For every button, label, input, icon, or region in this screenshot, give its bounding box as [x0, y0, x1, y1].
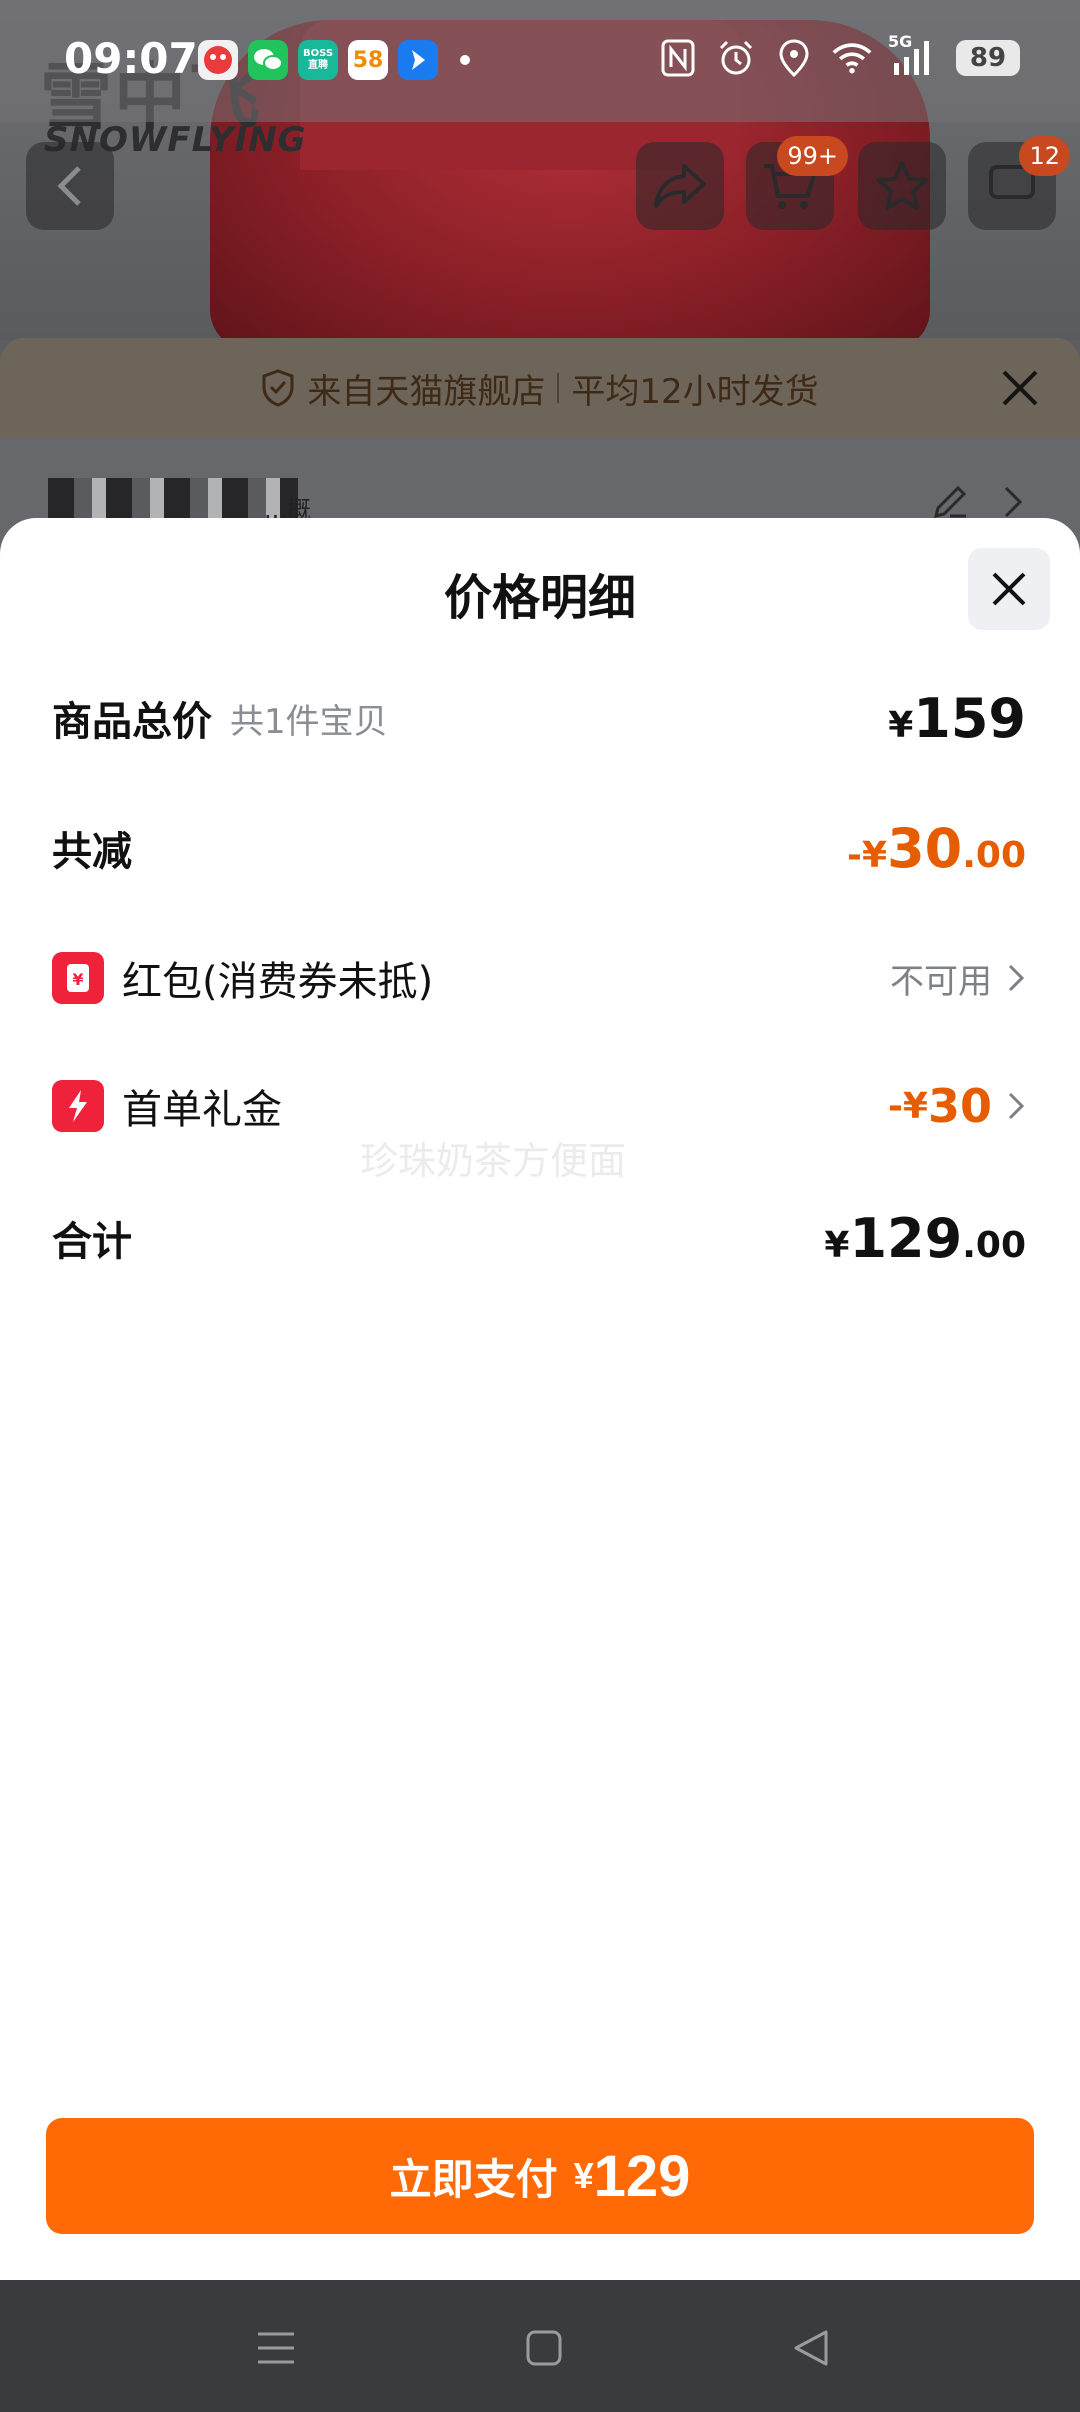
minus-sign: - — [847, 834, 862, 876]
nfc-icon — [658, 38, 698, 78]
banner-divider — [557, 373, 560, 403]
store-source: 来自天猫旗舰店 — [307, 371, 546, 412]
boss-zhipin-app-icon: BOSS 直聘 — [298, 40, 338, 80]
alarm-icon — [716, 38, 756, 78]
close-icon[interactable] — [1000, 368, 1040, 408]
chevron-right-icon — [1008, 1092, 1025, 1120]
cellular-signal-icon: 5G — [888, 32, 938, 78]
boss-label-bottom: 直聘 — [308, 60, 328, 71]
minus-sign: - — [887, 1085, 903, 1127]
chevron-left-icon — [57, 166, 81, 206]
chevron-right-icon — [1004, 486, 1023, 518]
total-row: 合计 ¥ 129 .00 — [52, 1198, 1028, 1278]
home-button[interactable] — [518, 2322, 570, 2374]
system-navigation-bar — [0, 2280, 1080, 2412]
product-nav-row: 99+ 12 — [0, 136, 1080, 234]
watermark-text: 珍珠奶茶方便面 — [360, 1139, 627, 1183]
network-type: 5G — [888, 32, 913, 51]
shield-check-icon — [262, 369, 294, 407]
red-packet-icon: ¥ — [52, 952, 104, 1004]
more-notifications-dot-icon — [460, 55, 470, 65]
store-banner-text: 来自天猫旗舰店 平均12小时发货 — [261, 364, 819, 413]
pay-now-button[interactable]: 立即支付 ¥ 129 — [46, 2118, 1034, 2234]
status-time: 09:07 — [64, 34, 198, 83]
maps-app-icon — [398, 40, 438, 80]
discount-value: 30 — [887, 816, 963, 880]
wechat-app-icon — [248, 40, 288, 80]
back-triangle-icon — [794, 2330, 828, 2366]
app58-label: 58 — [352, 47, 384, 73]
menu-icon — [258, 2332, 294, 2364]
xiaohongshu-app-icon — [198, 40, 238, 80]
recent-apps-button[interactable] — [250, 2322, 302, 2374]
currency-symbol: ¥ — [888, 704, 914, 746]
message-button[interactable]: 12 — [968, 136, 1070, 230]
battery-indicator: 89 — [956, 40, 1020, 76]
total-label: 合计 — [52, 1219, 132, 1265]
product-page-background: 雪中飞 SNOWFLYING 09:07 BOSS 直聘 58 — [0, 0, 1080, 560]
message-badge: 12 — [1019, 136, 1070, 176]
discount-decimals: .00 — [962, 834, 1026, 876]
currency-symbol: ¥ — [824, 1224, 850, 1266]
wifi-icon — [832, 38, 872, 78]
red-packet-status: 不可用 — [890, 954, 1028, 1003]
subtotal-amount: ¥ 159 — [888, 687, 1026, 750]
currency-symbol: ¥ — [573, 2155, 594, 2196]
red-packet-label: 红包(消费券未抵) — [122, 959, 434, 1005]
sheet-title: 价格明细 — [443, 570, 636, 626]
back-button[interactable] — [26, 142, 114, 230]
first-order-value: 30 — [927, 1079, 992, 1133]
discount-amount: - ¥ 30 .00 — [847, 817, 1026, 880]
edit-icon[interactable] — [930, 482, 970, 522]
currency-symbol: ¥ — [902, 1085, 928, 1127]
boss-label-top: BOSS — [302, 48, 334, 59]
star-icon — [876, 161, 928, 210]
chevron-right-icon — [1008, 964, 1025, 992]
subtotal-value: 159 — [913, 686, 1026, 750]
total-amount: ¥ 129 .00 — [824, 1207, 1026, 1270]
currency-symbol: ¥ — [862, 834, 888, 876]
subtotal-label: 商品总价 — [52, 699, 212, 745]
item-count: 共1件宝贝 — [230, 701, 388, 742]
price-detail-sheet: 价格明细 商品总价 共1件宝贝 ¥ 159 共减 - ¥ 30 .00 ¥ 红包… — [0, 518, 1080, 2280]
status-indicators: 5G 89 — [658, 32, 1020, 78]
home-square-icon — [526, 2330, 562, 2366]
favorite-button[interactable] — [858, 142, 946, 230]
pay-button-amount: 129 — [593, 2143, 691, 2209]
sheet-close-button[interactable] — [968, 548, 1050, 630]
58-app-icon: 58 — [348, 40, 388, 80]
first-order-gift-icon — [52, 1080, 104, 1132]
close-icon — [992, 572, 1026, 606]
red-packet-row[interactable]: ¥ 红包(消费券未抵) 不可用 — [52, 938, 1028, 1018]
subtotal-row: 商品总价 共1件宝贝 ¥ 159 — [52, 678, 1028, 758]
share-icon — [654, 164, 706, 208]
status-bar: 09:07 BOSS 直聘 58 5G 89 — [0, 0, 1080, 122]
first-order-amount: - ¥ 30 — [888, 1079, 1028, 1133]
system-back-button[interactable] — [786, 2322, 838, 2374]
location-icon — [774, 38, 814, 78]
discount-row: 共减 - ¥ 30 .00 — [52, 808, 1028, 888]
pay-button-label: 立即支付 — [389, 2155, 558, 2203]
total-value: 129 — [849, 1206, 963, 1270]
cart-badge: 99+ — [777, 136, 848, 176]
store-banner: 来自天猫旗舰店 平均12小时发货 — [0, 338, 1080, 438]
cart-button[interactable]: 99+ — [746, 136, 848, 230]
share-button[interactable] — [636, 142, 724, 230]
store-shipping: 平均12小时发货 — [571, 371, 819, 412]
discount-label: 共减 — [52, 829, 132, 875]
red-packet-status-text: 不可用 — [890, 961, 992, 1002]
notification-app-icons: BOSS 直聘 58 — [198, 40, 470, 80]
total-decimals: .00 — [962, 1224, 1026, 1266]
svg-text:¥: ¥ — [72, 970, 83, 989]
first-order-label: 首单礼金 — [122, 1087, 282, 1133]
